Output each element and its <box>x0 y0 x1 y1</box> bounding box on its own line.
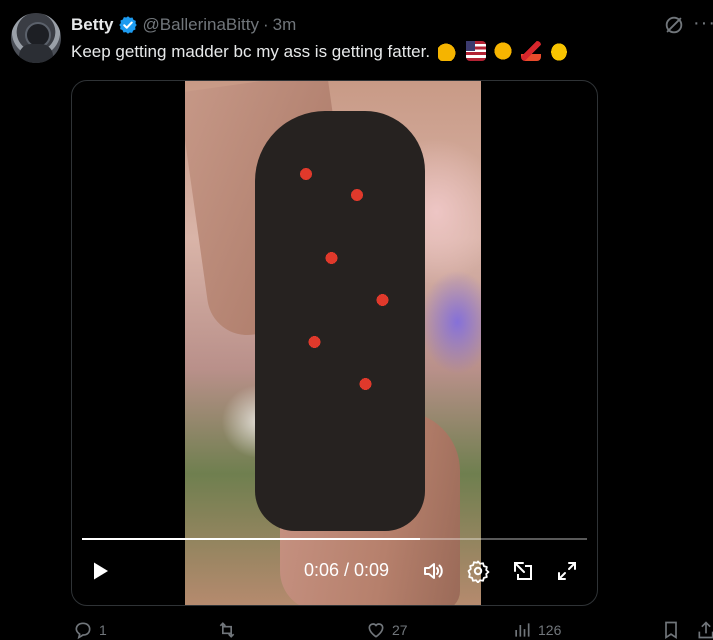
us-flag-emoji-icon <box>465 41 486 61</box>
avatar[interactable] <box>11 13 61 63</box>
grok-icon[interactable] <box>663 14 685 36</box>
picture-in-picture-icon[interactable] <box>511 559 535 583</box>
video-player[interactable]: 0:06 / 0:09 <box>71 80 598 606</box>
fullscreen-icon[interactable] <box>555 559 579 583</box>
hand-over-mouth-emoji-icon <box>493 41 514 61</box>
video-progress-bar[interactable] <box>82 538 587 540</box>
header-separator: · <box>262 15 269 34</box>
verified-badge-icon <box>118 16 137 34</box>
share-button[interactable] <box>696 620 713 640</box>
tweet-header: Betty @BallerinaBitty · 3m <box>71 14 296 36</box>
bookmark-icon <box>665 621 677 640</box>
tweet-text-row: Keep getting madder bc my ass is getting… <box>71 40 569 64</box>
reply-icon <box>75 622 91 640</box>
flexed-biceps-emoji-icon <box>437 41 458 61</box>
avatar-body <box>19 44 53 63</box>
like-button[interactable]: 27 <box>366 620 408 640</box>
volume-icon[interactable] <box>421 559 445 583</box>
post-time[interactable]: 3m <box>273 15 297 35</box>
bookmark-button[interactable] <box>661 620 687 640</box>
views-button[interactable]: 126 <box>512 620 561 640</box>
repost-button[interactable] <box>217 620 243 640</box>
video-controls: 0:06 / 0:09 <box>72 547 597 605</box>
heart-hands-emoji-icon <box>548 41 569 61</box>
share-icon <box>698 621 713 639</box>
tweet-actions: 1 27 126 <box>0 620 713 640</box>
tweet-text: Keep getting madder bc my ass is getting… <box>71 42 431 61</box>
more-options-icon[interactable]: ··· <box>693 13 713 36</box>
play-icon[interactable] <box>88 559 112 583</box>
author-handle[interactable]: @BallerinaBitty <box>143 15 259 35</box>
author-name[interactable]: Betty <box>71 15 114 35</box>
nail-polish-emoji-icon <box>521 41 542 61</box>
reply-button[interactable]: 1 <box>73 620 107 640</box>
video-timecode: 0:06 / 0:09 <box>304 560 390 580</box>
settings-gear-icon[interactable] <box>466 559 490 583</box>
views-chart-icon <box>515 623 530 637</box>
video-frame[interactable] <box>185 81 481 605</box>
video-figure-body <box>255 111 425 531</box>
heart-icon <box>368 623 384 638</box>
video-progress-fill <box>82 538 421 540</box>
repost-icon <box>219 622 235 638</box>
